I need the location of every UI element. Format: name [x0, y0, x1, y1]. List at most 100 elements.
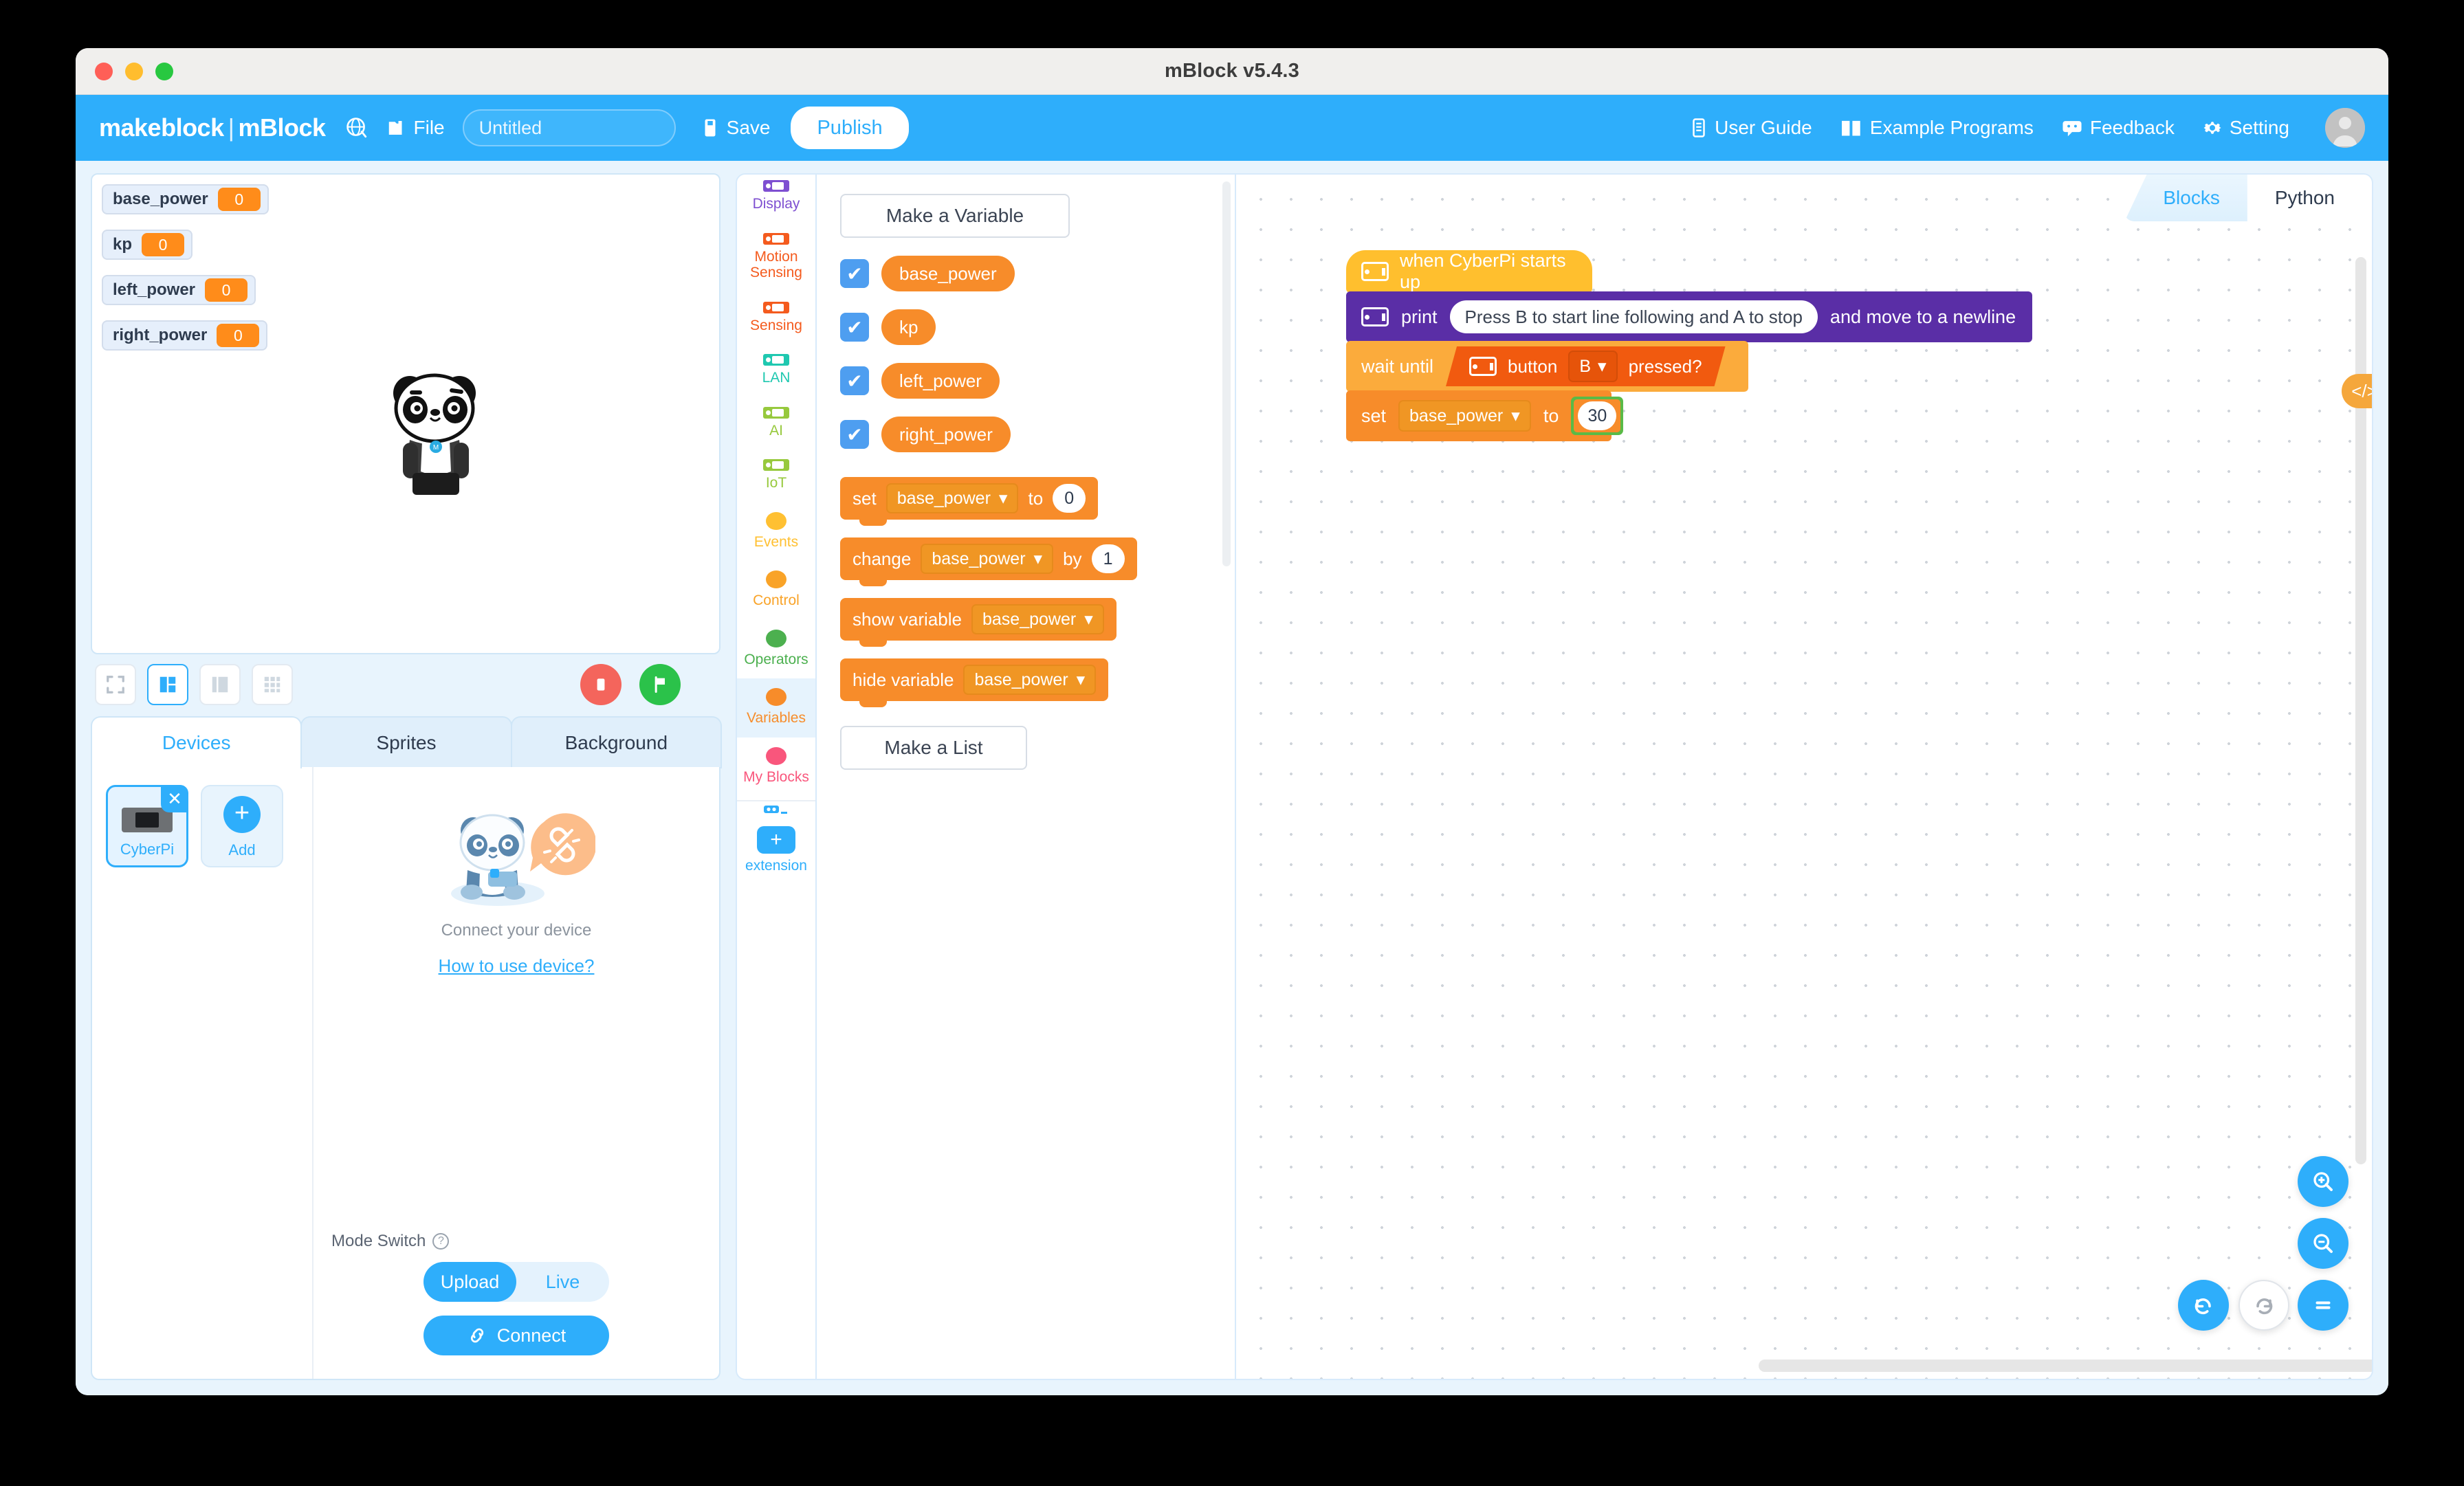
undo-icon — [2194, 1298, 2211, 1315]
variable-block[interactable]: right_power — [881, 417, 1011, 452]
boolean-button-pressed[interactable]: button B ▾ pressed? — [1446, 346, 1726, 386]
start-button[interactable] — [639, 664, 681, 705]
code-workspace[interactable]: Blocks Python </> when CyberPi starts up… — [1236, 173, 2373, 1380]
category-extension[interactable]: + extension — [737, 801, 815, 885]
project-name-input[interactable]: Untitled — [462, 109, 676, 146]
tab-python[interactable]: Python — [2247, 175, 2362, 221]
setting-label: Setting — [2229, 117, 2289, 138]
variable-checkbox[interactable]: ✔ — [840, 259, 869, 288]
variable-checkbox[interactable]: ✔ — [840, 313, 869, 342]
layout-small-stage-button[interactable] — [147, 664, 188, 705]
stage[interactable]: base_power 0 kp 0 left_power 0 right_pow… — [91, 173, 720, 654]
block-set-variable[interactable]: set base_power ▾ to 30 — [1346, 390, 1624, 441]
publish-button[interactable]: Publish — [791, 107, 909, 149]
feedback-label: Feedback — [2089, 117, 2175, 138]
tab-background[interactable]: Background — [510, 716, 722, 768]
language-globe-button[interactable] — [345, 116, 368, 140]
zoom-out-button[interactable] — [2298, 1218, 2348, 1269]
variable-checkbox[interactable]: ✔ — [840, 366, 869, 395]
question-icon[interactable]: ? — [432, 1233, 450, 1250]
setting-button[interactable]: Setting — [2202, 117, 2289, 139]
category-ai[interactable]: AI — [737, 397, 815, 450]
mode-upload-option[interactable]: Upload — [424, 1262, 516, 1302]
variable-watcher[interactable]: kp 0 — [102, 230, 193, 260]
connect-button[interactable]: Connect — [424, 1316, 609, 1355]
button-dropdown[interactable]: B ▾ — [1568, 351, 1617, 382]
print-text-input[interactable]: Press B to start line following and A to… — [1449, 300, 1818, 333]
stop-button[interactable] — [580, 664, 622, 705]
variable-block[interactable]: kp — [881, 309, 936, 345]
how-to-use-device-link[interactable]: How to use device? — [439, 955, 595, 977]
watcher-name: left_power — [113, 280, 196, 299]
block-print[interactable]: print Press B to start line following an… — [1346, 291, 2033, 342]
make-a-list-button[interactable]: Make a List — [840, 726, 1027, 770]
hide-variable-block[interactable]: hide variable base_power ▾ — [840, 658, 1109, 707]
set-variable-block[interactable]: set base_power ▾ to 0 — [840, 477, 1099, 526]
block-wait-until[interactable]: wait until button B ▾ pressed? — [1346, 341, 1748, 392]
category-control[interactable]: Control — [737, 561, 815, 620]
category-lan[interactable]: LAN — [737, 344, 815, 397]
add-device-button[interactable]: + Add — [201, 785, 283, 867]
variable-block[interactable]: base_power — [881, 256, 1015, 291]
device-card-cyberpi[interactable]: ✕ CyberPi — [106, 785, 188, 867]
watcher-name: kp — [113, 235, 133, 254]
category-label: Sensing — [750, 317, 802, 333]
category-display[interactable]: Display — [737, 177, 815, 223]
set-value-input[interactable]: 30 — [1578, 401, 1617, 430]
variable-watcher[interactable]: base_power 0 — [102, 184, 269, 214]
show-variable-block[interactable]: show variable base_power ▾ — [840, 598, 1116, 647]
hide-variable-dropdown[interactable]: base_power ▾ — [963, 665, 1097, 695]
feedback-button[interactable]: Feedback — [2061, 117, 2175, 139]
category-operators[interactable]: Operators — [737, 620, 815, 679]
set-variable-dropdown[interactable]: base_power ▾ — [1398, 400, 1531, 432]
variable-watcher[interactable]: left_power 0 — [102, 275, 256, 305]
make-a-variable-button[interactable]: Make a Variable — [840, 194, 1070, 238]
brand-logo[interactable]: makeblock | mBlock — [99, 113, 326, 142]
undo-button[interactable] — [2178, 1280, 2229, 1331]
tab-blocks[interactable]: Blocks — [2124, 175, 2247, 221]
category-iot[interactable]: IoT — [737, 450, 815, 502]
display-category-icon — [763, 180, 789, 192]
show-variable-dropdown[interactable]: base_power ▾ — [971, 604, 1104, 634]
file-menu-button[interactable]: File — [386, 117, 445, 139]
zoom-reset-button[interactable] — [2298, 1280, 2348, 1331]
category-my-blocks[interactable]: My Blocks — [737, 738, 815, 797]
redo-button[interactable] — [2238, 1280, 2289, 1331]
close-icon[interactable]: ✕ — [161, 785, 188, 812]
variable-checkbox[interactable]: ✔ — [840, 420, 869, 449]
fullscreen-button[interactable] — [95, 664, 136, 705]
palette-scrollbar[interactable] — [1222, 181, 1231, 566]
save-button[interactable]: Save — [701, 117, 770, 139]
variable-block[interactable]: left_power — [881, 363, 1000, 399]
layout-grid-button[interactable] — [252, 664, 293, 705]
workspace-horizontal-scrollbar[interactable] — [1759, 1360, 2372, 1372]
set-variable-dropdown[interactable]: base_power ▾ — [886, 483, 1019, 513]
mode-live-option[interactable]: Live — [516, 1262, 609, 1302]
change-value-input[interactable]: 1 — [1091, 544, 1125, 573]
save-icon — [705, 119, 716, 137]
category-events[interactable]: Events — [737, 502, 815, 562]
category-sensing[interactable]: Sensing — [737, 292, 815, 345]
category-variables[interactable]: Variables — [737, 678, 815, 738]
window-title: mBlock v5.4.3 — [1164, 60, 1300, 82]
mode-switch-toggle[interactable]: Upload Live — [424, 1262, 609, 1302]
block-when-cyberpi-starts-up[interactable]: when CyberPi starts up — [1346, 250, 1592, 293]
tab-devices[interactable]: Devices — [91, 716, 302, 768]
tab-sprites[interactable]: Sprites — [300, 716, 512, 768]
change-variable-dropdown[interactable]: base_power ▾ — [921, 544, 1054, 574]
code-panel-toggle[interactable]: </> — [2342, 374, 2372, 408]
set-value-input[interactable]: 0 — [1053, 484, 1086, 513]
avatar[interactable] — [2325, 108, 2365, 148]
hat-label: when CyberPi starts up — [1400, 250, 1566, 292]
category-label: Events — [754, 533, 799, 550]
block-palette[interactable]: Make a Variable ✔ base_power ✔ kp ✔ left… — [817, 173, 1236, 1380]
example-programs-button[interactable]: Example Programs — [1840, 117, 2034, 139]
user-guide-button[interactable]: User Guide — [1690, 117, 1812, 139]
panda-sprite[interactable]: M — [367, 366, 505, 503]
change-variable-block[interactable]: change base_power ▾ by 1 — [840, 537, 1137, 586]
variable-watcher[interactable]: right_power 0 — [102, 320, 268, 351]
layout-large-stage-button[interactable] — [199, 664, 241, 705]
zoom-in-button[interactable] — [2298, 1156, 2348, 1207]
category-motion-sensing[interactable]: Motion Sensing — [737, 223, 815, 292]
block-script[interactable]: when CyberPi starts up print Press B to … — [1346, 250, 2033, 441]
